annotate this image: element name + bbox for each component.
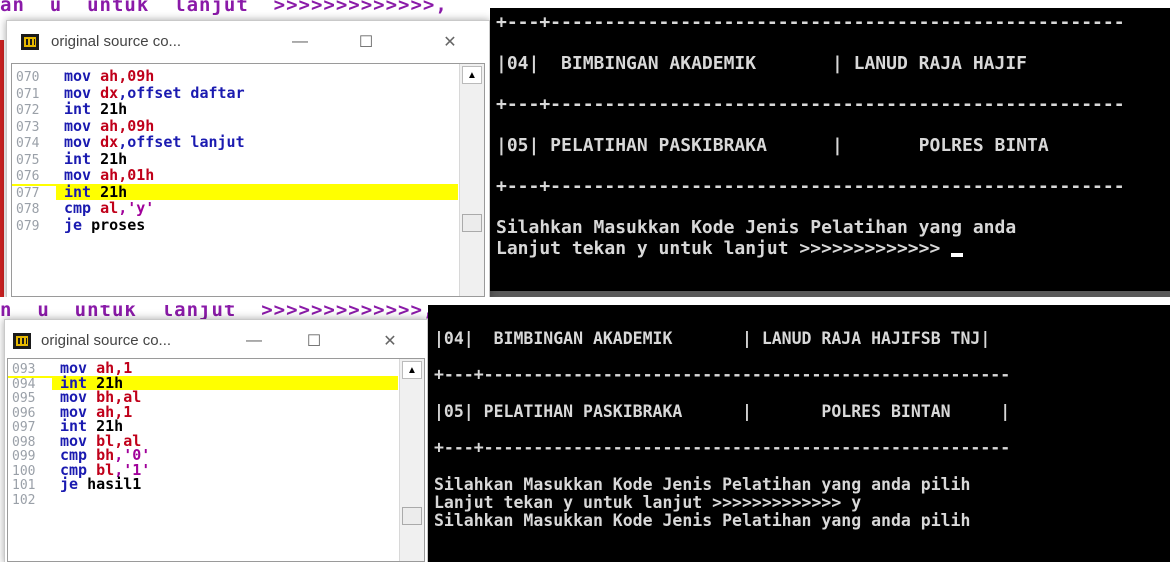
source-code-window[interactable]: original source co... — ☐ ✕ ▲ 070 mov ah,… <box>6 20 490 297</box>
line-number: 102 <box>12 492 36 508</box>
background-editor-margin <box>0 40 4 297</box>
code-line[interactable]: 074 mov dx,offset lanjut <box>12 134 458 151</box>
code-text: je proses <box>64 215 146 234</box>
text-cursor <box>951 253 964 257</box>
console-line: +---+-----------------------------------… <box>496 94 1125 115</box>
source-code-window[interactable]: original source co... — ☐ ✕ ▲ 093 mov ah,… <box>4 319 428 562</box>
code-line[interactable]: 078 cmp al,'y' <box>12 200 458 217</box>
window-title: original source co... <box>51 33 182 50</box>
console-line: |04| BIMBINGAN AKADEMIK | LANUD RAJA HAJ… <box>434 329 991 348</box>
code-text: mov dx,offset daftar <box>64 83 245 102</box>
code-text: je hasil1 <box>60 475 142 493</box>
code-text: mov dx,offset lanjut <box>64 133 245 151</box>
console-line: +---+-----------------------------------… <box>496 176 1125 197</box>
console-line: Lanjut tekan y untuk lanjut >>>>>>>>>>>>… <box>434 492 862 512</box>
screenshot-panel-top: an u untuk lanjut >>>>>>>>>>>>>, +---+--… <box>0 0 1170 297</box>
editor-vertical-scrollbar[interactable]: ▲ <box>399 359 424 561</box>
console-line: +---+-----------------------------------… <box>496 12 1125 33</box>
code-text: int 21h <box>64 100 128 118</box>
scroll-up-arrow-icon[interactable]: ▲ <box>462 66 482 84</box>
console-line: +---+-----------------------------------… <box>434 365 1011 385</box>
code-line[interactable]: 076 mov ah,01h <box>12 167 458 184</box>
code-text: mov ah,09h <box>64 116 155 135</box>
code-editor[interactable]: ▲ 093 mov ah,1 094 int 21h 095 mov bh,al 096 mo… <box>7 358 425 562</box>
dos-console-window[interactable]: |04| BIMBINGAN AKADEMIK | LANUD RAJA HAJ… <box>428 305 1170 562</box>
console-line: Lanjut tekan y untuk lanjut >>>>>>>>>>>>… <box>496 237 952 259</box>
code-line[interactable]: 075 int 21h <box>12 149 458 168</box>
scroll-thumb[interactable] <box>402 507 422 525</box>
app-icon <box>13 333 31 349</box>
close-button[interactable]: ✕ <box>367 326 413 356</box>
code-line[interactable]: 072 int 21h <box>12 101 458 118</box>
code-line[interactable]: 070 mov ah,09h <box>12 68 458 85</box>
window-titlebar[interactable]: original source co... — ☐ ✕ <box>5 320 427 362</box>
code-line[interactable]: 077 int 21h <box>12 182 458 202</box>
console-line: Silahkan Masukkan Kode Jenis Pelatihan y… <box>434 474 971 494</box>
minimize-button[interactable]: — <box>231 326 277 356</box>
window-title: original source co... <box>41 332 172 349</box>
panel-separator <box>0 297 1170 305</box>
code-line[interactable]: 071 mov dx,offset daftar <box>12 83 458 102</box>
app-icon <box>21 34 39 50</box>
dos-console-window[interactable]: +---+-----------------------------------… <box>490 8 1170 297</box>
code-text: cmp al,'y' <box>64 199 155 217</box>
code-text: int 21h <box>64 149 128 168</box>
close-button[interactable]: ✕ <box>427 27 473 57</box>
console-line: Silahkan Masukkan Kode Jenis Pelatihan y… <box>434 511 971 530</box>
console-line: |04| BIMBINGAN AKADEMIK | LANUD RAJA HAJ… <box>496 53 1028 74</box>
line-number: 079 <box>16 218 40 234</box>
code-line[interactable]: 102 <box>8 492 398 507</box>
console-line: |05| PELATIHAN PASKIBRAKA | POLRES BINTA <box>496 135 1049 156</box>
console-line: +---+-----------------------------------… <box>434 438 1011 458</box>
minimize-button[interactable]: — <box>277 27 323 57</box>
console-line: Silahkan Masukkan Kode Jenis Pelatihan y… <box>496 217 1017 238</box>
scroll-thumb[interactable] <box>462 214 482 232</box>
screenshot-panel-bottom: n u untuk lanjut >>>>>>>>>>>>>, |04| BIM… <box>0 305 1170 562</box>
code-line[interactable]: 101 je hasil1 <box>8 475 398 493</box>
maximize-button[interactable]: ☐ <box>343 27 389 57</box>
code-editor[interactable]: ▲ 070 mov ah,09h 071 mov dx,offset daftar 07… <box>11 63 485 297</box>
maximize-button[interactable]: ☐ <box>291 326 337 356</box>
code-text: int 21h <box>64 182 128 201</box>
console-line: |05| PELATIHAN PASKIBRAKA | POLRES BINTA… <box>434 401 1011 421</box>
background-code-line: an u untuk lanjut >>>>>>>>>>>>>, <box>0 0 490 18</box>
code-text: mov ah,01h <box>64 166 155 184</box>
code-line[interactable]: 073 mov ah,09h <box>12 116 458 135</box>
code-text: mov ah,09h <box>64 67 155 85</box>
window-titlebar[interactable]: original source co... — ☐ ✕ <box>7 21 489 63</box>
code-line[interactable]: 079 je proses <box>12 215 458 234</box>
scroll-up-arrow-icon[interactable]: ▲ <box>402 361 422 379</box>
editor-vertical-scrollbar[interactable]: ▲ <box>459 64 484 296</box>
